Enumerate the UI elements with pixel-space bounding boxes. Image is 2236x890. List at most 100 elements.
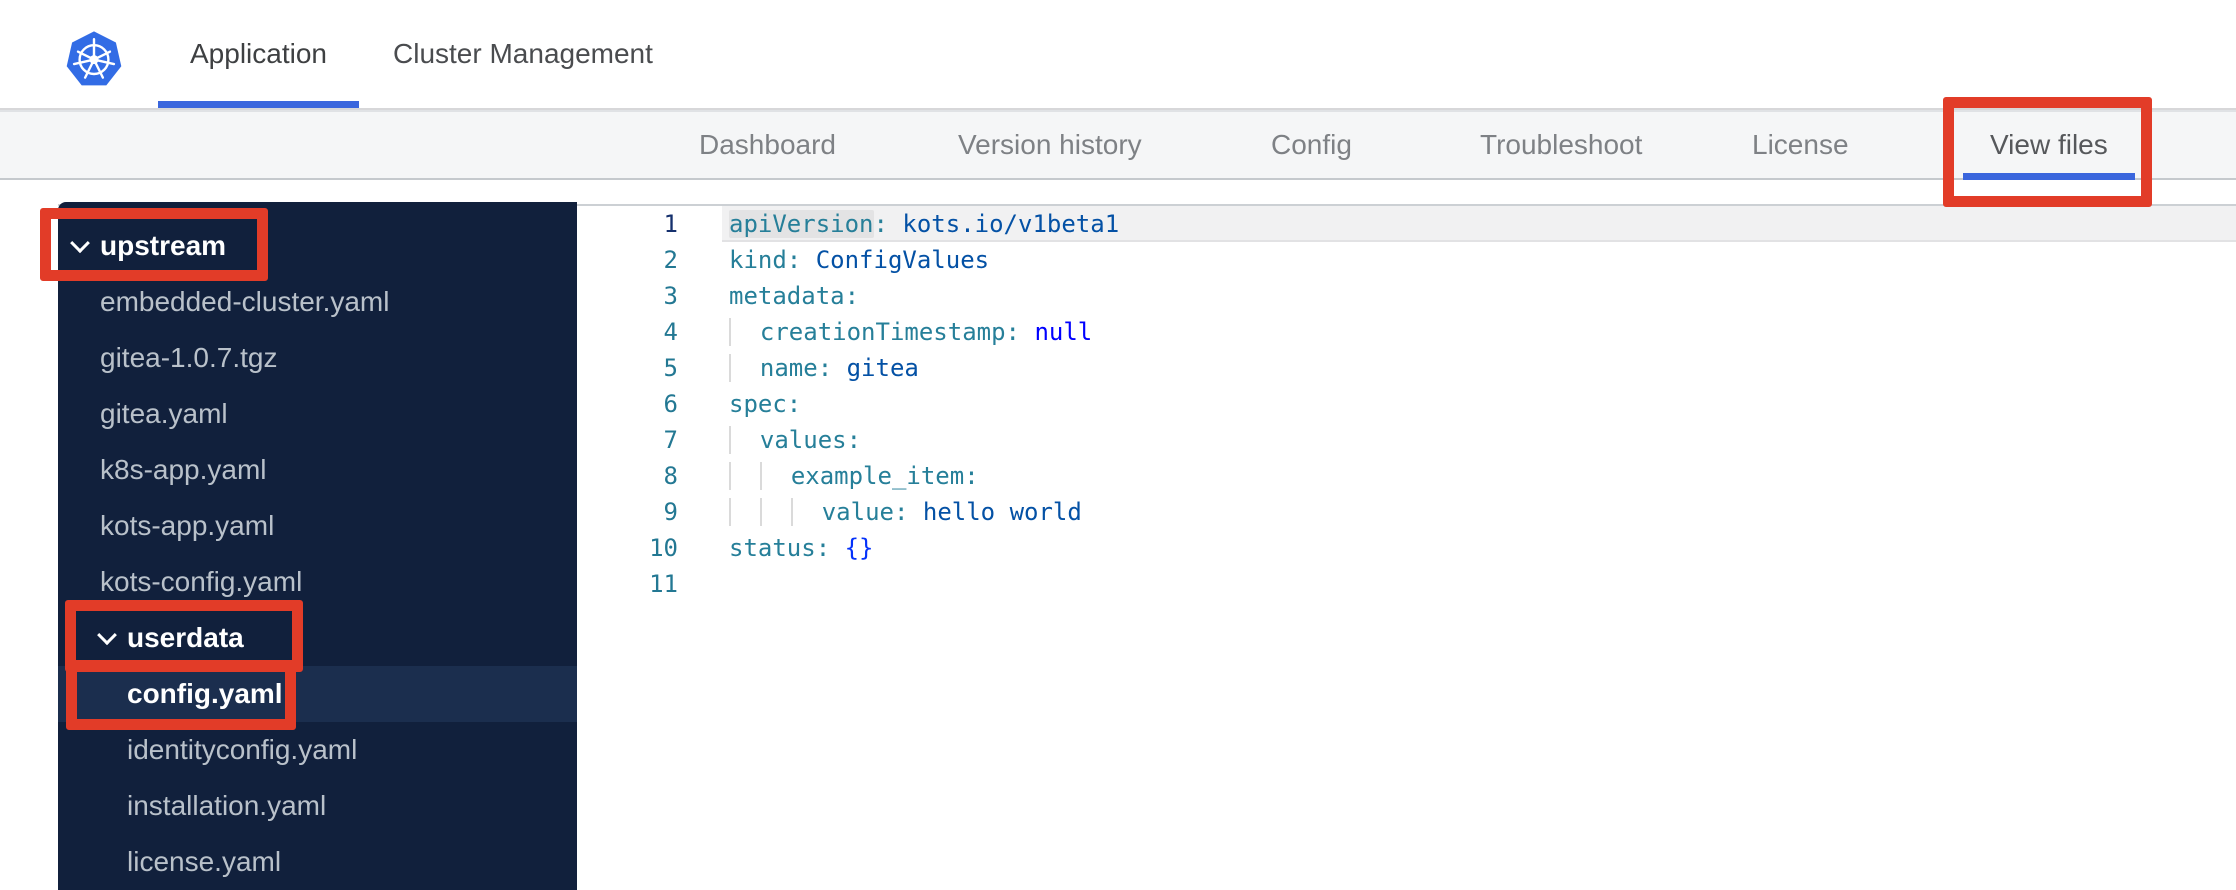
code-text: value: hello world xyxy=(729,498,1082,526)
active-tab-underline xyxy=(158,101,359,108)
file-tree: upstream embedded-cluster.yaml gitea-1.0.7… xyxy=(58,218,577,890)
tree-file-gitea-yaml[interactable]: gitea.yaml xyxy=(58,386,577,442)
indent-guide xyxy=(729,318,760,346)
token-key: : xyxy=(846,426,862,454)
token-key: status xyxy=(729,534,816,562)
code-text: values: xyxy=(729,426,861,454)
tree-item-label: kots-app.yaml xyxy=(100,510,275,541)
subnav-tab-config[interactable]: Config xyxy=(1271,112,1352,178)
indent-guide xyxy=(729,498,760,526)
tree-item-label: license.yaml xyxy=(127,846,282,877)
code-text: spec: xyxy=(729,390,801,418)
tree-item-label: gitea.yaml xyxy=(100,398,228,429)
chevron-down-icon xyxy=(70,233,90,254)
tree-file-config-yaml[interactable]: config.yaml xyxy=(58,666,577,722)
subnav-tab-label: Config xyxy=(1271,129,1352,160)
token-key: : xyxy=(873,210,888,238)
line-number: 9 xyxy=(663,498,678,526)
chevron-down-icon xyxy=(97,625,117,646)
code-line-2: 2 kind: ConfigValues xyxy=(577,242,2236,278)
token-key: spec xyxy=(729,390,787,418)
tree-file-embedded-cluster-yaml[interactable]: embedded-cluster.yaml xyxy=(58,274,577,330)
tree-folder-upstream[interactable]: upstream xyxy=(58,218,577,274)
indent-guide xyxy=(729,426,760,454)
tree-file-identityconfig-yaml[interactable]: identityconfig.yaml xyxy=(58,722,577,778)
token-key: : xyxy=(817,354,833,382)
code-editor[interactable]: 1 apiVersion: kots.io/v1beta1 2 kind: Confi… xyxy=(577,206,2236,890)
token-key: : xyxy=(964,462,979,490)
subnav-tab-label: Version history xyxy=(958,129,1142,160)
tree-file-k8s-app-yaml[interactable]: k8s-app.yaml xyxy=(58,442,577,498)
tree-item-label: kots-config.yaml xyxy=(100,566,303,597)
tree-item-label: embedded-cluster.yaml xyxy=(100,286,390,317)
header-tab-label: Cluster Management xyxy=(393,38,653,69)
code-line-1: 1 apiVersion: kots.io/v1beta1 xyxy=(577,206,2236,242)
code-line-9: 9 value: hello world xyxy=(577,494,2236,530)
code-line-4: 4 creationTimestamp: null xyxy=(577,314,2236,350)
indent-guide xyxy=(729,462,760,490)
tree-item-label: installation.yaml xyxy=(127,790,327,821)
code-line-6: 6 spec: xyxy=(577,386,2236,422)
subnav-tab-troubleshoot[interactable]: Troubleshoot xyxy=(1480,112,1642,178)
token-key: metadata xyxy=(729,282,845,310)
tree-item-label: upstream xyxy=(100,230,227,261)
token-str: ConfigValues xyxy=(815,246,990,274)
line-number: 4 xyxy=(663,318,678,346)
header-tab-cluster-management[interactable]: Cluster Management xyxy=(393,0,653,108)
indent-guide xyxy=(759,498,791,526)
file-tree-sidebar: upstream embedded-cluster.yaml gitea-1.0.7… xyxy=(58,202,577,890)
kots-admin-console: Application Cluster Management Dashboard V… xyxy=(0,0,2236,890)
subnav-tab-view-files[interactable]: View files xyxy=(1963,112,2135,180)
tree-item-label: userdata xyxy=(127,622,244,653)
token-key: : xyxy=(786,390,802,418)
code-text: name: gitea xyxy=(729,354,919,382)
indent-guide xyxy=(790,498,822,526)
line-number: 11 xyxy=(649,570,678,598)
tree-item-label: identityconfig.yaml xyxy=(127,734,358,765)
subnav-tab-label: Troubleshoot xyxy=(1480,129,1643,160)
token-str: kots.io/v1beta1 xyxy=(902,210,1120,238)
subnav-tab-dashboard[interactable]: Dashboard xyxy=(699,112,836,178)
code-text: creationTimestamp: null xyxy=(729,318,1092,346)
token-key: values xyxy=(759,426,847,454)
line-number: 8 xyxy=(663,462,678,490)
app-header: Application Cluster Management xyxy=(0,0,2236,110)
code-line-7: 7 values: xyxy=(577,422,2236,458)
tree-file-kots-app-yaml[interactable]: kots-app.yaml xyxy=(58,498,577,554)
token-kw: null xyxy=(1034,318,1093,346)
code-line-11: 11 xyxy=(577,566,2236,602)
tree-folder-userdata[interactable]: userdata xyxy=(58,610,577,666)
subnav-tab-label: Dashboard xyxy=(699,129,836,160)
token-key: creationTimestamp xyxy=(759,318,1006,346)
token-str: gitea xyxy=(846,354,919,382)
kubernetes-logo-icon xyxy=(66,31,122,86)
header-tab-application[interactable]: Application xyxy=(158,0,359,108)
code-text: metadata: xyxy=(729,282,859,310)
subnav-tab-license[interactable]: License xyxy=(1752,112,1849,178)
line-number: 10 xyxy=(649,534,678,562)
tree-item-label: gitea-1.0.7.tgz xyxy=(100,342,278,373)
line-number: 3 xyxy=(663,282,678,310)
active-subnav-underline xyxy=(1963,173,2135,180)
token-key: value xyxy=(821,498,894,526)
code-text: kind: ConfigValues xyxy=(729,246,989,274)
app-subnav: Dashboard Version history Config Troublesho… xyxy=(0,110,2236,180)
line-number: 2 xyxy=(663,246,678,274)
tree-file-kots-config-yaml[interactable]: kots-config.yaml xyxy=(58,554,577,610)
subnav-tab-version-history[interactable]: Version history xyxy=(958,112,1142,178)
token-brk: {} xyxy=(844,534,874,562)
code-text: status: {} xyxy=(729,534,874,562)
token-key: : xyxy=(815,534,831,562)
tree-file-gitea-1-0-7-tgz[interactable]: gitea-1.0.7.tgz xyxy=(58,330,577,386)
line-number: 1 xyxy=(663,210,678,238)
tree-file-installation-yaml[interactable]: installation.yaml xyxy=(58,778,577,834)
tree-file-license-yaml[interactable]: license.yaml xyxy=(58,834,577,890)
token-key: kind xyxy=(729,246,787,274)
line-number: 6 xyxy=(663,390,678,418)
token-key: : xyxy=(786,246,802,274)
code-text: example_item: xyxy=(729,462,979,490)
